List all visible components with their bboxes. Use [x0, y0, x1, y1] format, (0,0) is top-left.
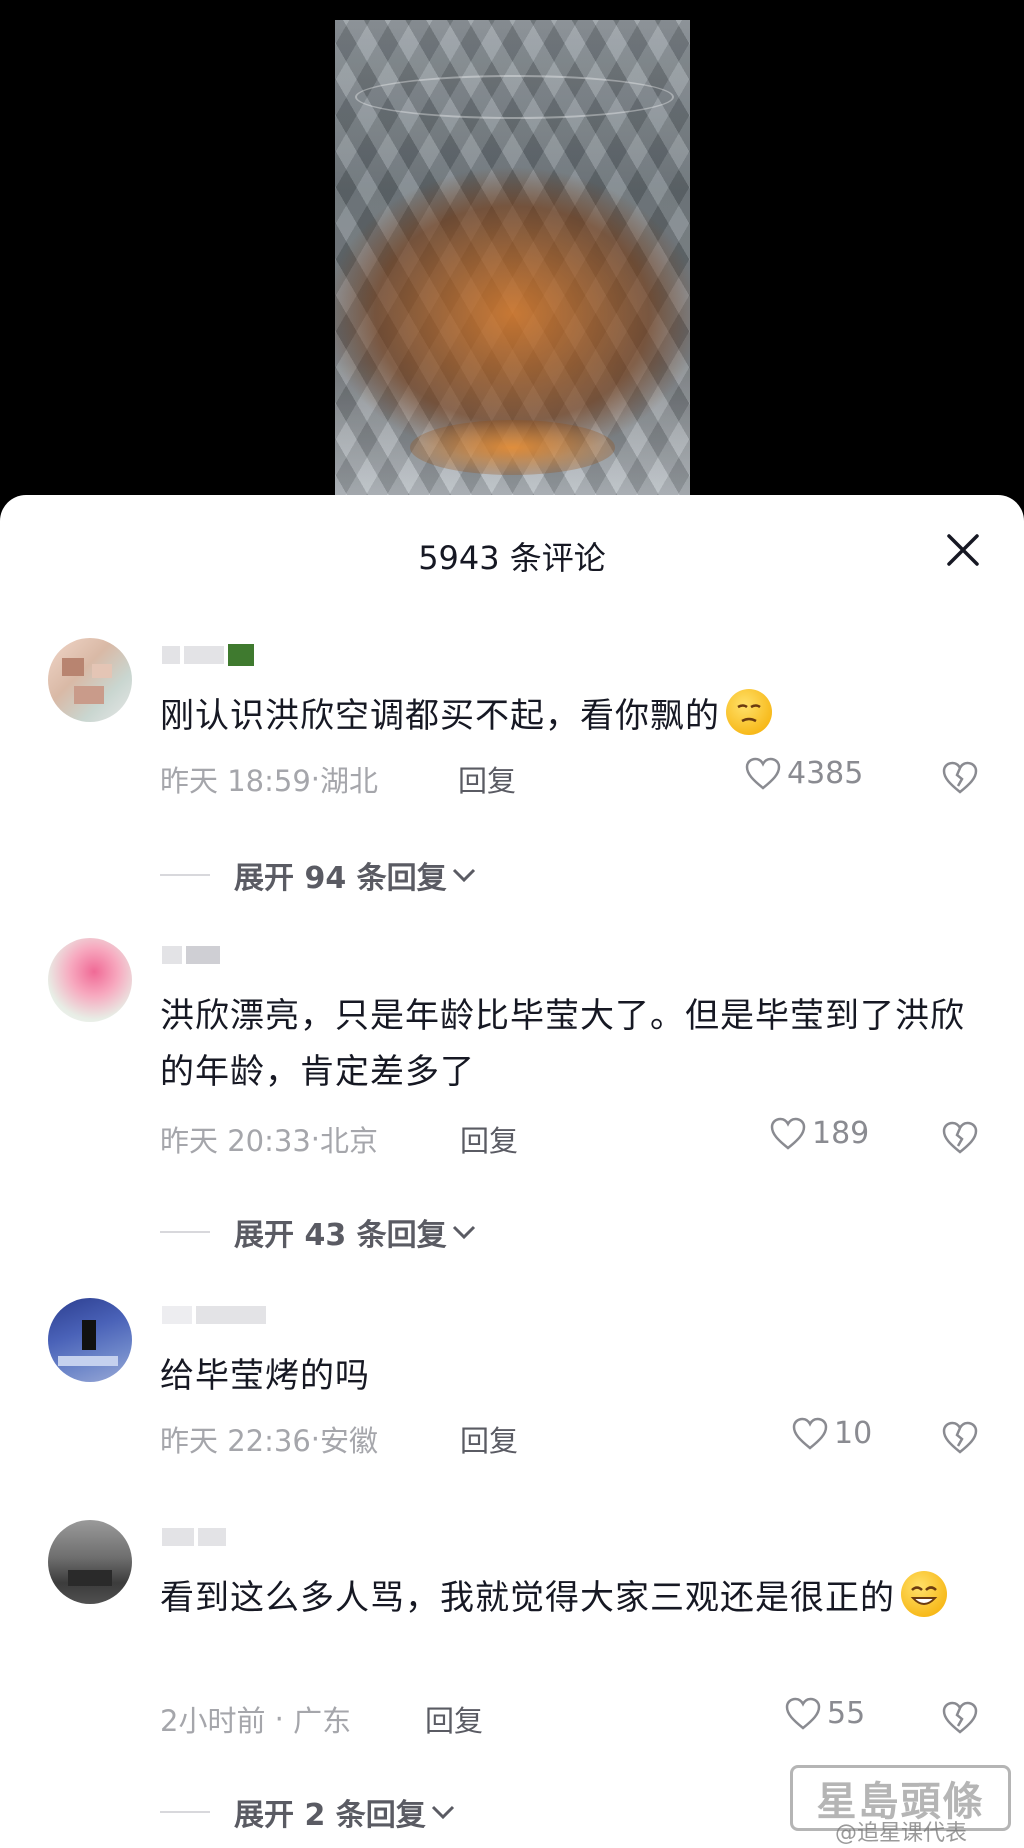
comment-sheet-header: 5943 条评论 [0, 495, 1024, 605]
divider-line [160, 1811, 210, 1813]
like-count: 55 [827, 1696, 866, 1731]
username-blurred[interactable] [162, 944, 220, 966]
comment-text: 洪欣漂亮，只是年龄比毕莹大了。但是毕莹到了洪欣的年龄，肯定差多了 [160, 996, 965, 1092]
comment-count-title: 5943 条评论 [418, 539, 606, 577]
broken-heart-icon [942, 1421, 978, 1454]
username-blurred[interactable] [162, 1304, 266, 1326]
dislike-button[interactable] [940, 1418, 980, 1458]
video-frame-glass-image [335, 20, 690, 510]
chevron-down-icon [452, 868, 475, 883]
like-button[interactable]: 10 [792, 1416, 872, 1451]
comment-time: 2小时前 [160, 1704, 266, 1738]
broken-heart-icon [942, 761, 978, 794]
comment-location: 安徽 [320, 1424, 379, 1458]
heart-icon [745, 757, 781, 790]
dislike-button[interactable] [940, 1118, 980, 1158]
comment-time: 昨天 20:33 [160, 1124, 311, 1158]
comment-meta: 昨天 20:33 · 北京 [160, 1118, 378, 1160]
comment-meta: 昨天 22:36 · 安徽 [160, 1418, 378, 1460]
chevron-down-icon [452, 1225, 475, 1240]
reply-button[interactable]: 回复 [458, 758, 516, 800]
like-button[interactable]: 55 [785, 1696, 865, 1731]
comment-text: 看到这么多人骂，我就觉得大家三观还是很正的 [160, 1570, 980, 1626]
avatar[interactable] [48, 638, 132, 722]
divider-line [160, 874, 210, 876]
comment-meta: 昨天 18:59 · 湖北 [160, 758, 378, 800]
comment-meta: 2小时前 · 广东 [160, 1698, 351, 1740]
comment-location: 北京 [320, 1124, 379, 1158]
heart-icon [785, 1697, 821, 1730]
video-player[interactable] [0, 0, 1024, 510]
like-button[interactable]: 189 [770, 1116, 869, 1151]
comment-text: 给毕莹烤的吗 [160, 1356, 370, 1396]
glass-rim [355, 75, 674, 119]
comment-text: 刚认识洪欣空调都买不起，看你飘的 [160, 688, 980, 744]
avatar[interactable] [48, 938, 132, 1022]
like-button[interactable]: 4385 [745, 756, 863, 791]
heart-icon [792, 1417, 828, 1450]
smirk-emoji-icon [726, 689, 772, 735]
reply-button[interactable]: 回复 [425, 1698, 483, 1740]
broken-heart-icon [942, 1701, 978, 1734]
comment-time: 昨天 22:36 [160, 1424, 311, 1458]
expand-replies-button[interactable]: 展开 94 条回复 [160, 853, 477, 897]
weibo-watermark: @追星课代表 [835, 1821, 968, 1846]
like-count: 10 [834, 1416, 873, 1451]
heart-icon [770, 1117, 806, 1150]
expand-replies-button[interactable]: 展开 2 条回复 [160, 1790, 456, 1834]
like-count: 189 [812, 1116, 870, 1151]
reply-button[interactable]: 回复 [460, 1118, 518, 1160]
comment-sheet: 5943 条评论 刚认识洪欣空调都买不起，看你飘的 昨天 18:59 · 湖北 … [0, 495, 1024, 1848]
comment-time: 昨天 18:59 [160, 764, 311, 798]
like-count: 4385 [787, 756, 864, 791]
avatar[interactable] [48, 1298, 132, 1382]
dislike-button[interactable] [940, 758, 980, 798]
comment-location: 广东 [293, 1704, 352, 1738]
glass-base [410, 420, 615, 475]
grin-emoji-icon [901, 1571, 947, 1617]
close-icon [947, 534, 979, 566]
close-button[interactable] [938, 525, 988, 575]
broken-heart-icon [942, 1121, 978, 1154]
username-blurred[interactable] [162, 1526, 226, 1548]
divider-line [160, 1231, 210, 1233]
avatar[interactable] [48, 1520, 132, 1604]
expand-replies-button[interactable]: 展开 43 条回复 [160, 1210, 477, 1254]
chevron-down-icon [431, 1805, 454, 1820]
dislike-button[interactable] [940, 1698, 980, 1738]
comment-location: 湖北 [320, 764, 379, 798]
username-blurred[interactable] [162, 644, 254, 666]
reply-button[interactable]: 回复 [460, 1418, 518, 1460]
